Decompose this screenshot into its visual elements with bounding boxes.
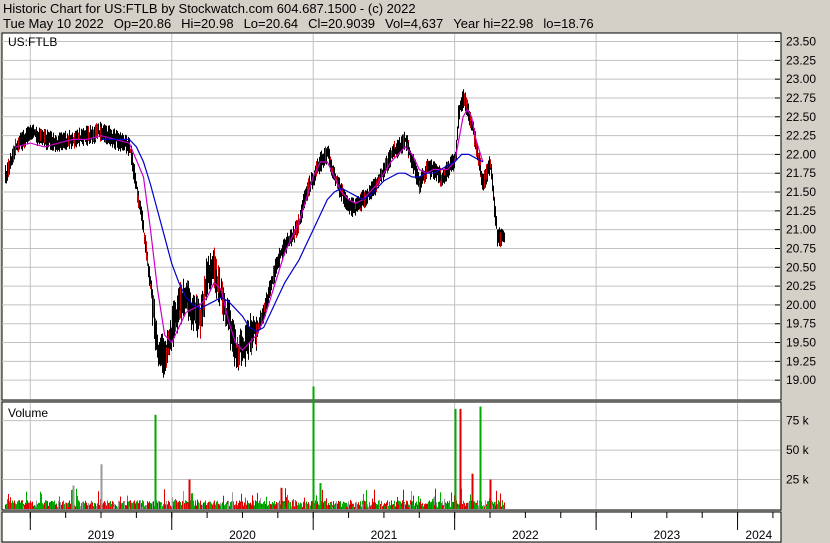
price-tick-label: 20.25 <box>786 279 816 293</box>
stock-chart: 2019 2020 2021 2022 2023 2024 23.50 23.25 23.00 2… <box>1 32 816 543</box>
year-label: 2022 <box>512 528 539 542</box>
price-tick-label: 23.00 <box>786 72 816 86</box>
price-tick-label: 21.50 <box>786 185 816 199</box>
price-tick-label: 20.75 <box>786 241 816 255</box>
volume-panel <box>1 401 782 511</box>
price-tick-label: 23.25 <box>786 53 816 67</box>
year-label: 2024 <box>745 528 772 542</box>
price-tick-label: 19.50 <box>786 336 816 350</box>
year-label: 2021 <box>371 528 398 542</box>
price-tick-label: 22.25 <box>786 129 816 143</box>
price-tick-label: 20.50 <box>786 260 816 274</box>
price-tick-label: 21.25 <box>786 204 816 218</box>
symbol-label: US:FTLB <box>8 35 57 49</box>
volume-tick-label: 75 k <box>786 414 810 428</box>
year-label: 2023 <box>653 528 680 542</box>
price-tick-label: 20.00 <box>786 298 816 312</box>
price-tick-label: 19.00 <box>786 373 816 387</box>
volume-tick-label: 25 k <box>786 473 810 487</box>
price-panel <box>1 32 782 401</box>
price-tick-label: 19.25 <box>786 354 816 368</box>
price-tick-label: 21.75 <box>786 166 816 180</box>
volume-tick-label: 50 k <box>786 443 810 457</box>
price-tick-label: 23.50 <box>786 35 816 49</box>
price-tick-label: 19.75 <box>786 317 816 331</box>
price-tick-label: 22.50 <box>786 110 816 124</box>
price-tick-label: 22.75 <box>786 91 816 105</box>
year-label: 2019 <box>88 528 115 542</box>
price-tick-label: 22.00 <box>786 147 816 161</box>
price-tick-label: 21.00 <box>786 223 816 237</box>
year-label: 2020 <box>229 528 256 542</box>
volume-label: Volume <box>8 406 48 420</box>
